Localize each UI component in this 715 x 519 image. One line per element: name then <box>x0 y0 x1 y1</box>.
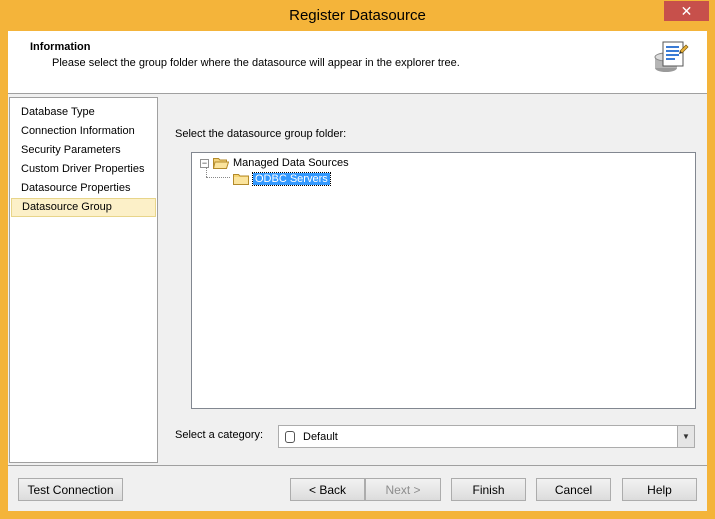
wizard-steps-panel: Database Type Connection Information Sec… <box>9 97 158 463</box>
info-title: Information <box>30 41 91 53</box>
open-folder-icon <box>213 158 229 169</box>
nav-item-datasource-properties[interactable]: Datasource Properties <box>11 179 156 198</box>
next-button[interactable]: Next > <box>365 478 441 501</box>
dropdown-arrow-icon[interactable]: ▼ <box>677 426 694 447</box>
category-value: Default <box>303 430 338 443</box>
button-bar-separator <box>8 465 707 466</box>
tree-node-label: ODBC Servers <box>252 172 331 186</box>
database-document-icon <box>654 41 689 72</box>
folder-icon <box>233 174 249 185</box>
tree-connector <box>206 177 230 178</box>
nav-item-datasource-group[interactable]: Datasource Group <box>11 198 156 217</box>
collapse-icon[interactable]: − <box>200 158 209 168</box>
tree-node-label: Managed Data Sources <box>233 157 349 169</box>
info-header: Information Please select the group fold… <box>8 31 707 94</box>
category-label: Select a category: <box>175 429 264 441</box>
category-select[interactable]: Default ▼ <box>278 425 695 448</box>
test-connection-button[interactable]: Test Connection <box>18 478 123 501</box>
info-description: Please select the group folder where the… <box>52 57 460 69</box>
tree-node-odbc-servers[interactable]: ODBC Servers <box>233 171 331 187</box>
nav-item-connection-information[interactable]: Connection Information <box>11 122 156 141</box>
cancel-button[interactable]: Cancel <box>536 478 611 501</box>
help-button[interactable]: Help <box>622 478 697 501</box>
title-bar: Register Datasource ✕ <box>0 0 715 31</box>
nav-item-security-parameters[interactable]: Security Parameters <box>11 141 156 160</box>
group-folder-prompt: Select the datasource group folder: <box>175 128 347 140</box>
tree-connector <box>206 167 207 177</box>
tree-node-root[interactable]: − Managed Data Sources <box>200 155 349 171</box>
back-button[interactable]: < Back <box>290 478 365 501</box>
dialog-window: Register Datasource ✕ Information Please… <box>0 0 715 519</box>
nav-item-database-type[interactable]: Database Type <box>11 103 156 122</box>
window-title: Register Datasource <box>289 7 426 24</box>
nav-item-custom-driver-properties[interactable]: Custom Driver Properties <box>11 160 156 179</box>
close-button[interactable]: ✕ <box>664 1 709 21</box>
group-folder-tree[interactable]: − Managed Data Sources ODBC Servers <box>191 152 696 409</box>
category-checkbox-icon <box>285 430 295 443</box>
finish-button[interactable]: Finish <box>451 478 526 501</box>
dialog-client-area: Information Please select the group fold… <box>8 31 707 511</box>
